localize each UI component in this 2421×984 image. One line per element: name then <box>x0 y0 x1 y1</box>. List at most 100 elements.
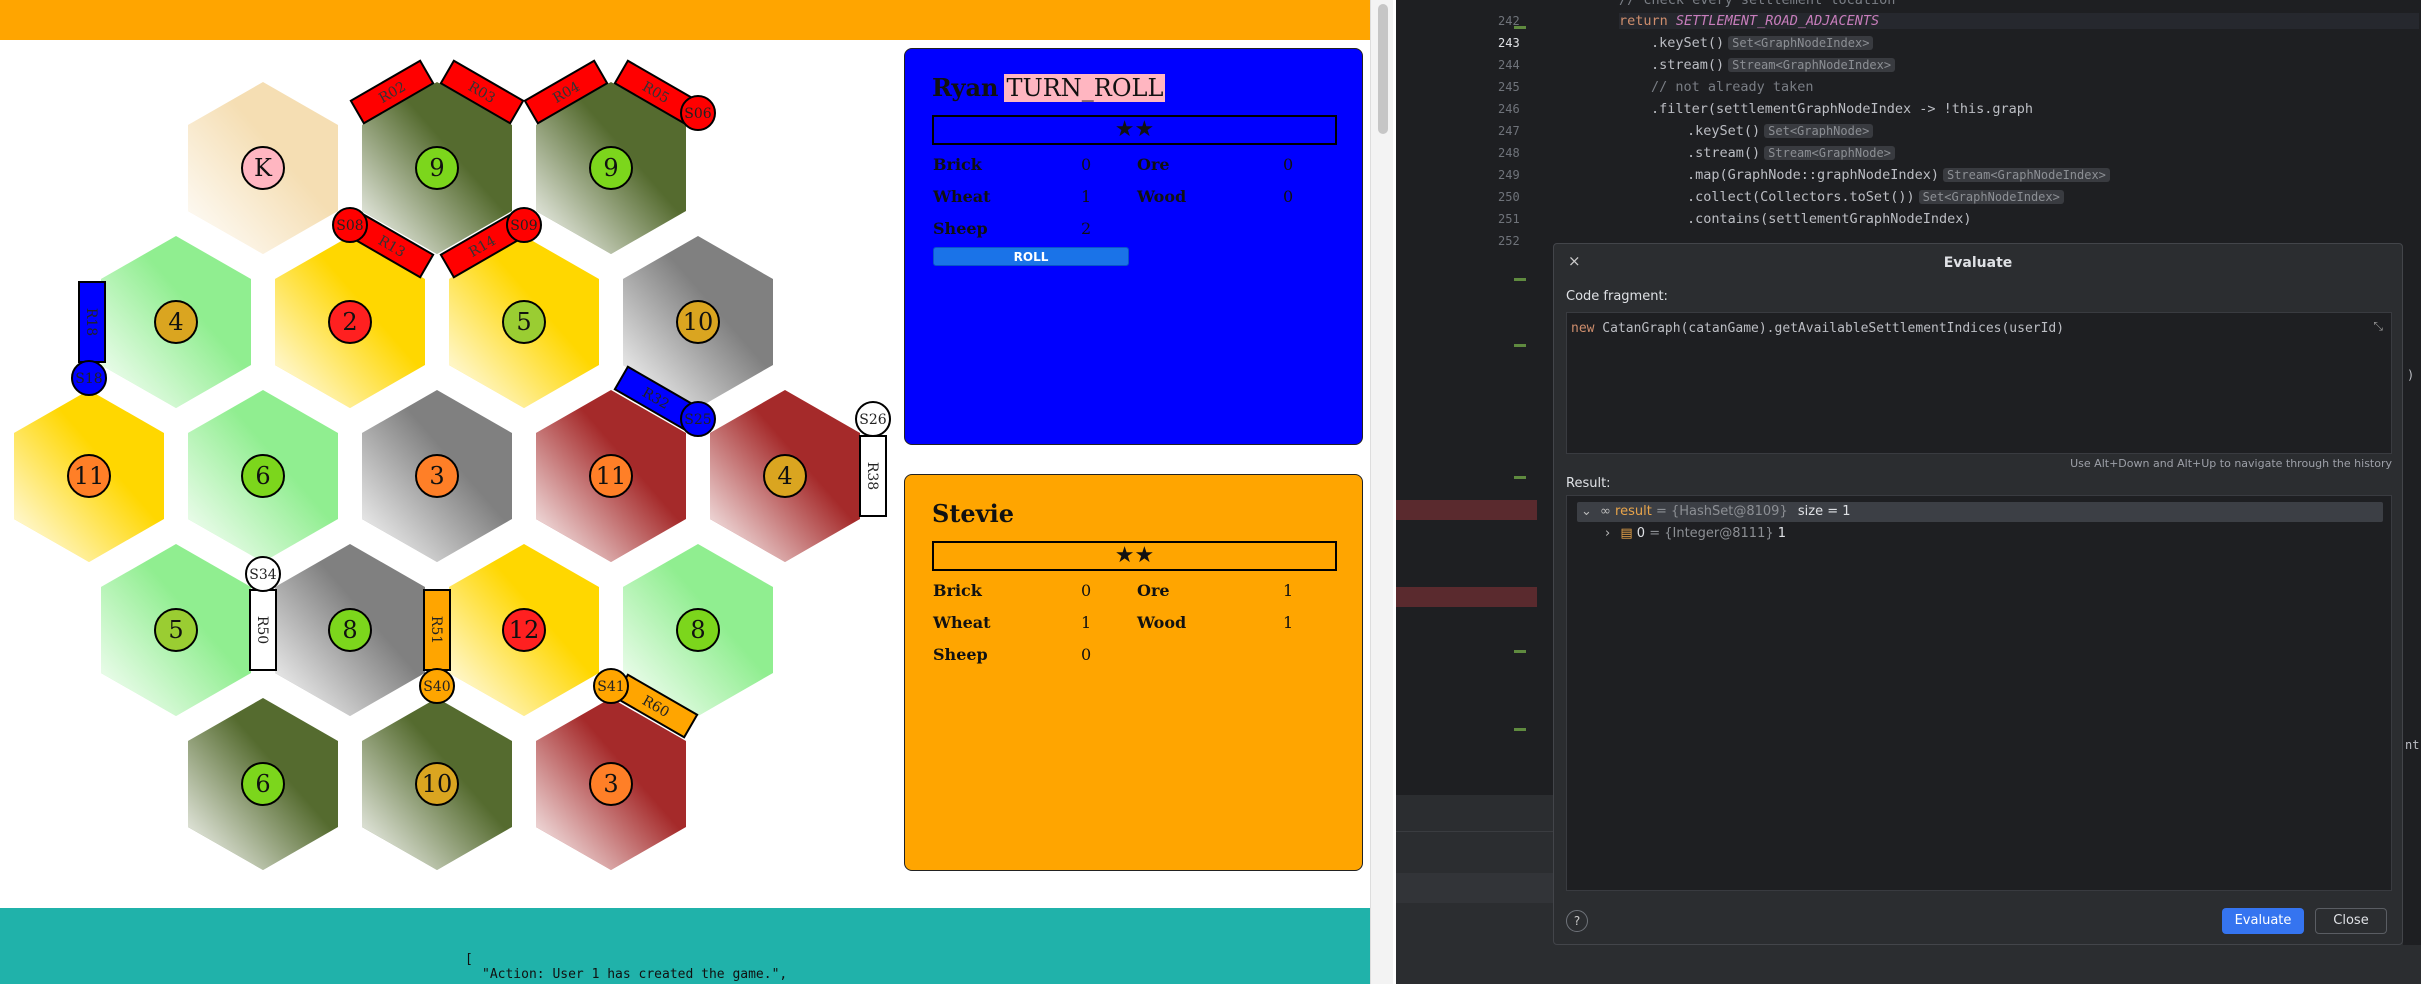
number-token-label: 6 <box>255 770 270 798</box>
road-label: R51 <box>428 616 444 644</box>
result-size: size = 1 <box>1797 504 1851 519</box>
number-token-label: 8 <box>342 616 357 644</box>
resource-value-sheep: 0 <box>1081 645 1092 664</box>
number-token-label: 11 <box>74 462 105 490</box>
number-token-label: 2 <box>342 308 357 336</box>
number-token-label: 9 <box>603 154 618 182</box>
code-line: .stream() Stream<GraphNodeIndex> <box>1651 57 1896 73</box>
hex-tile: 4 <box>710 390 860 562</box>
settlement-label: S41 <box>597 679 624 695</box>
resource-label-sheep: Sheep <box>933 645 988 664</box>
road: R18 <box>78 281 106 363</box>
settlement: S26 <box>855 401 891 437</box>
infinity-icon: ∞ <box>1600 504 1611 519</box>
road-label: R50 <box>254 616 270 644</box>
code-line: return SETTLEMENT_ROAD_ADJACENTS <box>1619 13 2419 29</box>
editor-overflow-text: ) nt <box>2403 243 2421 945</box>
hex-tile: 12 <box>449 544 599 716</box>
code-line: .collect(Collectors.toSet()) Set<GraphNod… <box>1687 189 2064 205</box>
result-tree[interactable]: ⌄ ∞ result = {HashSet@8109} size = 1 › ▤… <box>1566 495 2392 891</box>
scrollbar-thumb[interactable] <box>1378 4 1388 134</box>
roll-button[interactable]: ROLL <box>933 247 1129 266</box>
field-icon: ▤ <box>1620 526 1633 541</box>
change-marker <box>1514 344 1526 347</box>
result-name: result <box>1615 504 1652 519</box>
line-number: 245 <box>1498 80 1520 94</box>
resource-value-ore: 1 <box>1283 581 1294 600</box>
player-panel-stevie: Stevie ★★ Brick 0 Ore 1 Wheat 1 Wood 1 S… <box>904 474 1363 871</box>
log-open-bracket: [ <box>465 952 473 967</box>
settlement: S40 <box>419 668 455 704</box>
resource-label-wood: Wood <box>1137 187 1187 206</box>
code-fragment-input[interactable]: new CatanGraph(catanGame).getAvailableSe… <box>1566 312 2392 454</box>
evaluate-button[interactable]: Evaluate <box>2222 908 2304 934</box>
hex-tile: 8 <box>275 544 425 716</box>
code-line: // not already taken <box>1651 79 1814 95</box>
settlement-label: S08 <box>336 218 363 234</box>
player-panel-ryan: Ryan TURN_ROLL ★★ Brick 0 Ore 0 Wheat 1 W… <box>904 48 1363 445</box>
settlement-label: S18 <box>75 371 102 387</box>
result-ref: {HashSet@8109} <box>1670 504 1788 519</box>
settlement-label: S26 <box>859 412 886 428</box>
resource-label-brick: Brick <box>933 155 982 174</box>
collapse-arrow-icon[interactable]: ⌄ <box>1581 504 1592 519</box>
player-state: TURN_ROLL <box>1004 74 1166 102</box>
resource-value-ore: 0 <box>1283 155 1294 174</box>
expand-arrow-icon[interactable]: › <box>1605 526 1610 541</box>
code-editor[interactable]: // check every settlement location retur… <box>1539 0 2421 245</box>
settlement: S34 <box>245 556 281 592</box>
line-number: 246 <box>1498 102 1520 116</box>
resource-label-wheat: Wheat <box>933 613 991 632</box>
breakpoint-line-highlight <box>1396 587 1537 607</box>
victory-stars: ★★ <box>932 115 1337 145</box>
number-token-label: 9 <box>429 154 444 182</box>
number-token-label: 5 <box>168 616 183 644</box>
road-label: R38 <box>864 462 880 490</box>
resource-value-wheat: 1 <box>1081 613 1092 632</box>
close-button[interactable]: Close <box>2315 908 2387 934</box>
app-root: K 9 9 4 2 5 10 11 6 3 11 4 5 8 12 8 6 10 3 R02 R03 R04 R05 R13… <box>0 0 2421 984</box>
expand-icon[interactable]: ⤡ <box>2373 319 2383 334</box>
line-number: 249 <box>1498 168 1520 182</box>
action-log: [ "Action: User 1 has created the game."… <box>0 908 1370 984</box>
child-value: 1 <box>1777 526 1787 541</box>
number-token-label: 12 <box>509 616 540 644</box>
number-token-label: 3 <box>603 770 618 798</box>
result-row[interactable]: ⌄ ∞ result = {HashSet@8109} size = 1 <box>1577 502 2383 522</box>
overflow-text: nt <box>2405 738 2420 752</box>
number-token-label: 3 <box>429 462 444 490</box>
number-token-label: 4 <box>168 308 183 336</box>
history-hint: Use Alt+Down and Alt+Up to navigate thro… <box>2070 457 2392 470</box>
result-child-row[interactable]: › ▤ 0 = {Integer@8111} 1 <box>1577 524 2383 544</box>
number-token-label: 4 <box>777 462 792 490</box>
evaluate-dialog: × Evaluate Code fragment: new CatanGraph… <box>1553 243 2403 945</box>
settlement: S09 <box>506 207 542 243</box>
settlement-label: S09 <box>510 218 537 234</box>
code-line: .filter(settlementGraphNodeIndex -> !thi… <box>1651 101 2034 117</box>
number-token-label: 5 <box>516 308 531 336</box>
overflow-text: ) <box>2407 368 2415 382</box>
resource-label-sheep: Sheep <box>933 219 988 238</box>
road: R51 <box>423 589 451 671</box>
help-button[interactable]: ? <box>1566 910 1588 932</box>
code-line: // check every settlement location <box>1619 0 1896 8</box>
resource-label-wheat: Wheat <box>933 187 991 206</box>
code-line: .contains(settlementGraphNodeIndex) <box>1687 211 1972 227</box>
resource-label-wood: Wood <box>1137 613 1187 632</box>
hex-tile: 6 <box>188 390 338 562</box>
settlement-label: S34 <box>249 567 276 583</box>
resource-value-wood: 1 <box>1283 613 1294 632</box>
hex-tile: 3 <box>362 390 512 562</box>
resource-value-wood: 0 <box>1283 187 1294 206</box>
road-label: R18 <box>83 308 99 336</box>
settlement-label: S40 <box>423 679 450 695</box>
page-scrollbar[interactable] <box>1370 0 1393 984</box>
breakpoint-line-highlight <box>1396 500 1537 520</box>
number-token-label: 10 <box>422 770 453 798</box>
settlement: S41 <box>593 668 629 704</box>
change-marker <box>1514 476 1526 479</box>
victory-stars: ★★ <box>932 541 1337 571</box>
line-number: 247 <box>1498 124 1520 138</box>
line-number: 252 <box>1498 234 1520 248</box>
player-name: Stevie <box>932 499 1014 528</box>
